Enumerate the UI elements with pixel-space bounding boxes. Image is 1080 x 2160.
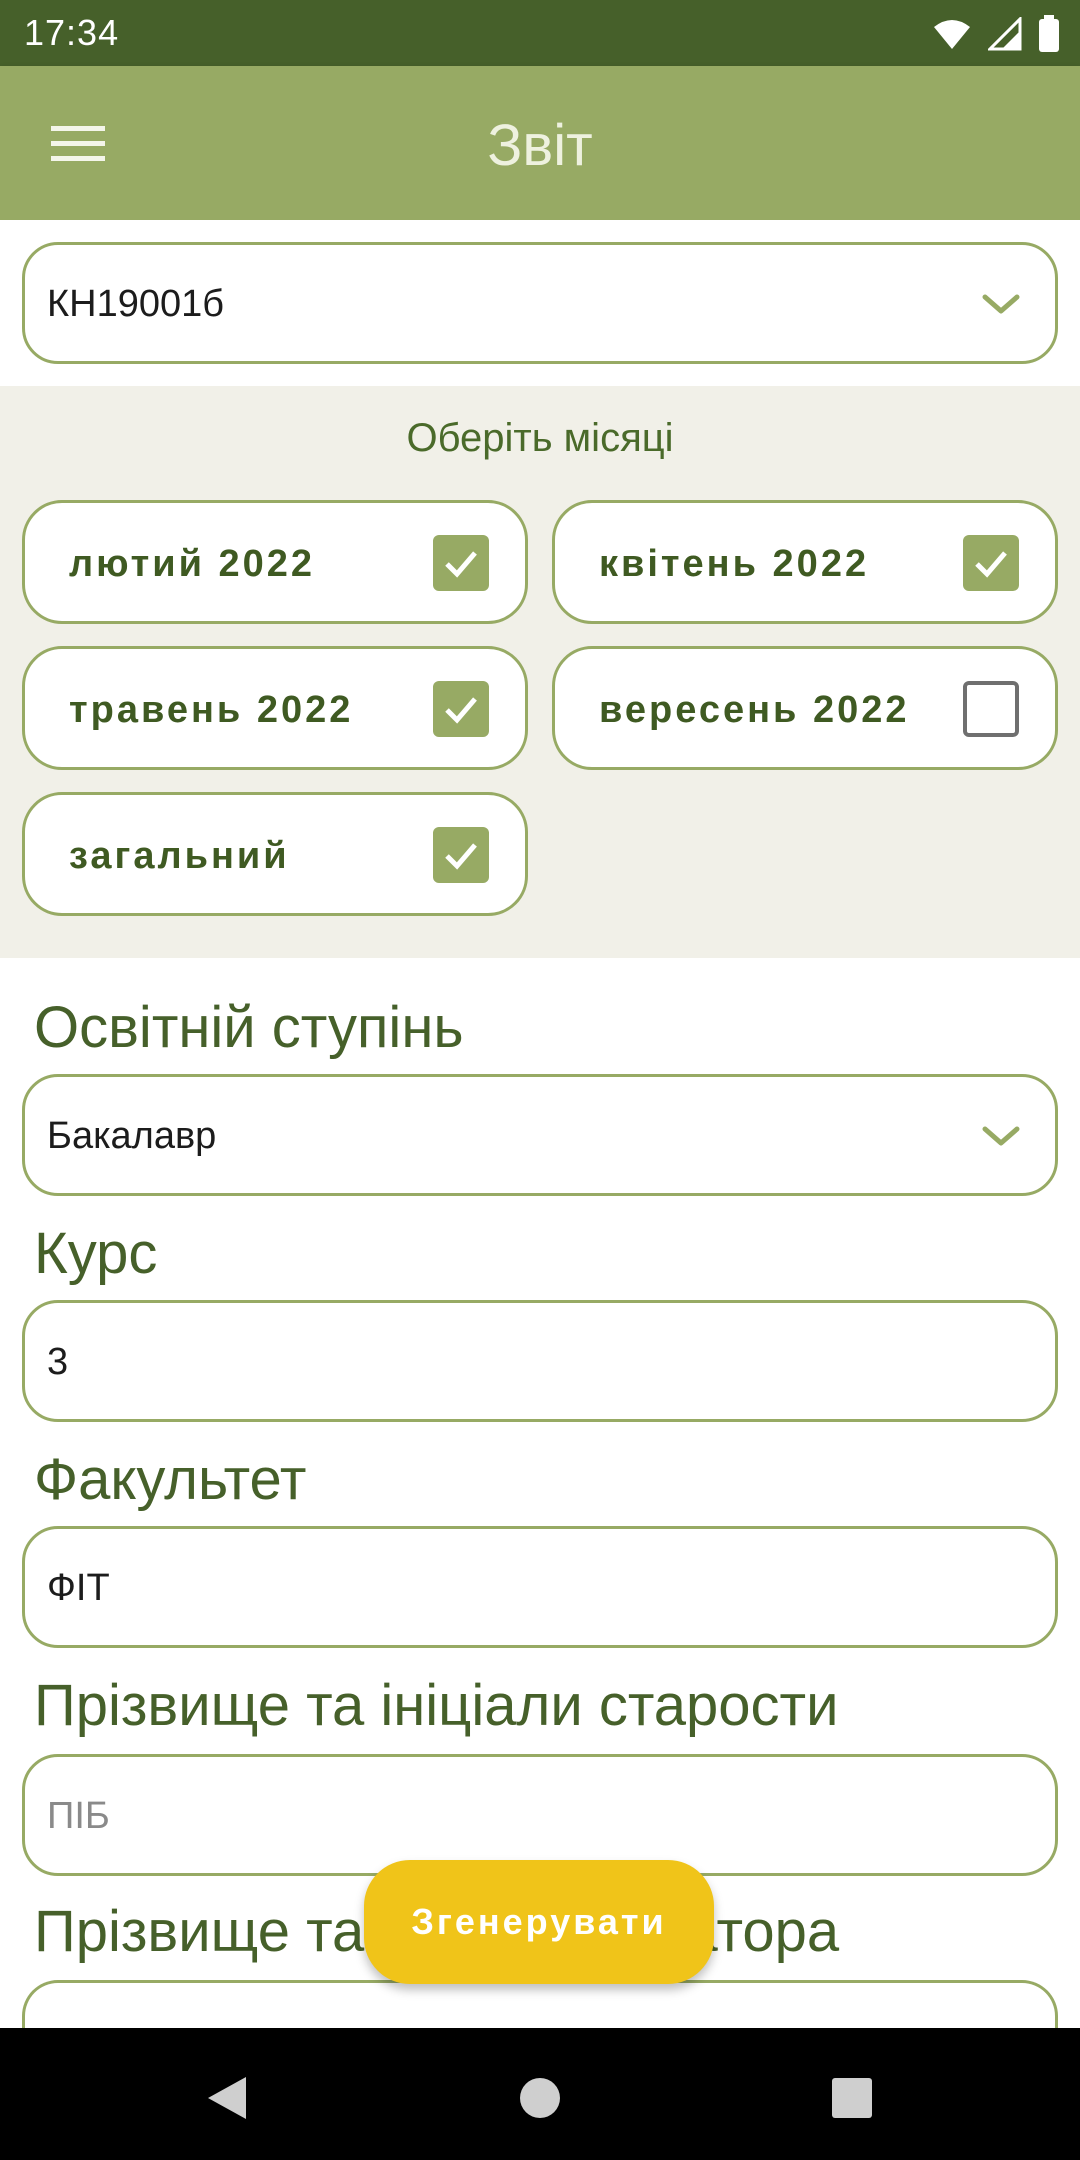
checkmark-icon [445,697,477,724]
status-time: 17:34 [24,12,120,53]
month-item-total[interactable]: загальний [22,792,528,916]
generate-button[interactable]: Згенерувати [364,1860,714,1984]
months-section: Оберіть місяці лютий 2022 квітень 2022 т… [0,386,1080,958]
month-checkbox[interactable] [963,535,1019,591]
checkmark-icon [445,551,477,578]
head-name-label: Прізвище та ініціали старости [34,1673,839,1738]
page-title: Звіт [487,113,593,178]
month-item-may[interactable]: травень 2022 [22,646,528,770]
faculty-label: Факультет [34,1447,307,1512]
month-checkbox[interactable] [433,827,489,883]
month-checkbox[interactable] [433,681,489,737]
faculty-field[interactable]: ФІТ [22,1526,1058,1648]
month-checkbox[interactable] [963,681,1019,737]
month-label: загальний [69,835,290,877]
month-label: квітень 2022 [599,543,870,585]
faculty-field-value: ФІТ [47,1567,110,1609]
chevron-down-icon [982,1126,1020,1146]
course-field-value: 3 [47,1341,69,1383]
checkmark-icon [975,551,1007,578]
battery-icon [1039,15,1059,52]
chevron-down-icon [982,294,1020,314]
course-label: Курс [34,1221,158,1286]
group-dropdown-value: КН19001б [47,283,225,325]
degree-dropdown-value: Бакалавр [47,1115,217,1157]
degree-label: Освітній ступінь [34,995,464,1060]
month-item-september[interactable]: вересень 2022 [552,646,1058,770]
wifi-icon [934,20,970,49]
month-label: травень 2022 [69,689,354,731]
months-title: Оберіть місяці [406,416,674,460]
degree-dropdown[interactable]: Бакалавр [22,1074,1058,1196]
group-section: КН19001б [0,220,1080,386]
signal-icon [988,17,1022,51]
month-item-february[interactable]: лютий 2022 [22,500,528,624]
recents-icon[interactable] [822,2068,882,2128]
course-field[interactable]: 3 [22,1300,1058,1422]
back-icon[interactable] [196,2068,256,2128]
status-icons [932,14,1060,54]
month-checkbox[interactable] [433,535,489,591]
status-bar: 17:34 [0,0,1080,66]
month-label: вересень 2022 [599,689,910,731]
app-bar: Звіт [0,66,1080,220]
group-dropdown[interactable]: КН19001б [22,242,1058,364]
head-name-placeholder: ПІБ [47,1795,110,1837]
navigation-bar [0,2028,1080,2160]
month-label: лютий 2022 [69,543,316,585]
home-icon[interactable] [510,2068,570,2128]
checkmark-icon [445,843,477,870]
head-name-field[interactable]: ПІБ [22,1754,1058,1876]
month-item-april[interactable]: квітень 2022 [552,500,1058,624]
